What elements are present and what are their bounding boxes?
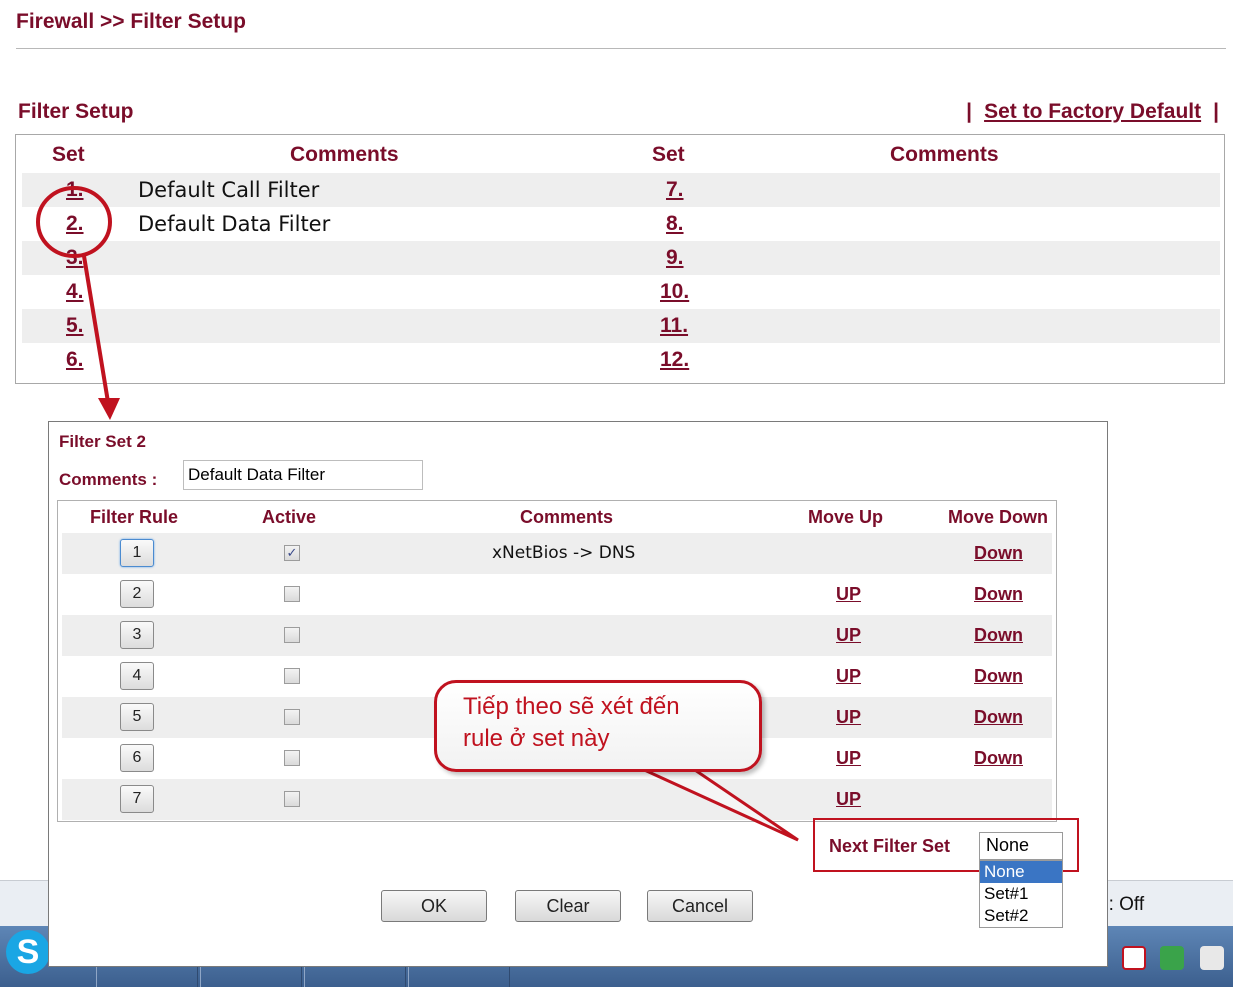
- callout-line: Tiếp theo sẽ xét đến: [463, 693, 680, 720]
- callout-line: rule ở set này: [463, 725, 610, 752]
- callout-pointer-layer: [639, 766, 799, 842]
- callout-pointer: [639, 766, 799, 842]
- annotation-callout: Tiếp theo sẽ xét đến rule ở set này: [434, 680, 762, 772]
